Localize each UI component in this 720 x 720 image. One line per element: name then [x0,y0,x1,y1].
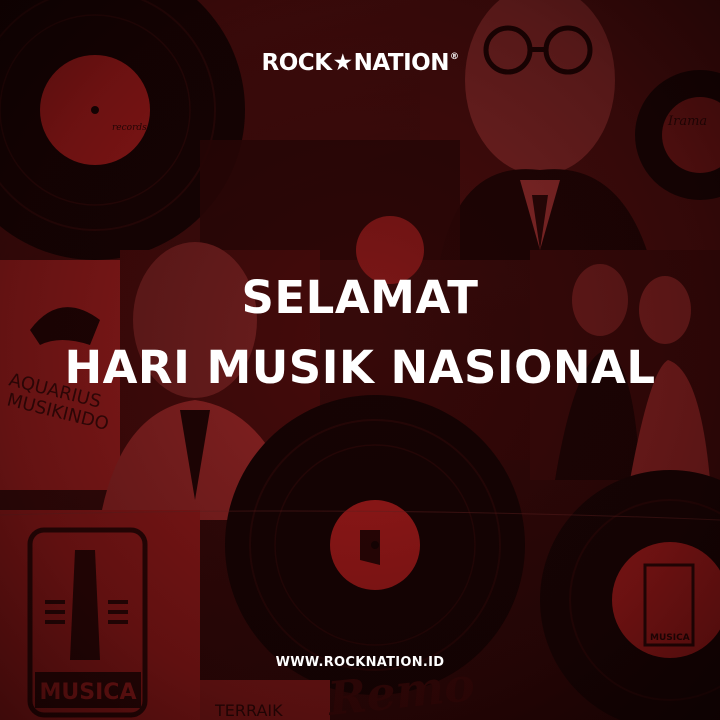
terbaik-label-text: TERRAIK [214,701,283,720]
musica-album-label: MUSICA [0,510,200,720]
terbaik-album-strip: TERRAIK [200,680,330,720]
records-label-text: records [112,123,147,133]
logo-text-nation: NATION [353,50,450,76]
rocknation-logo: ROCK★NATION® [0,50,720,76]
vinyl-record-bottom-right: MUSICA [540,470,720,720]
irama-label-text: Irama [667,114,707,129]
headline-line-1: SELAMAT [241,271,479,324]
website-url: WWW.ROCKNATION.ID [275,655,445,670]
star-icon: ★ [332,50,354,76]
vinyl-record-bottom-center [225,395,525,695]
headline-line-2: HARI MUSIK NASIONAL [64,341,656,394]
poster: records Irama AQUARIUS MUSIKINDO MUSICA … [0,0,720,720]
musica-small-label-text: MUSICA [650,633,690,643]
logo-text-rock: ROCK [261,50,332,76]
registered-mark: ® [449,52,459,62]
musica-large-label-text: MUSICA [40,680,137,705]
